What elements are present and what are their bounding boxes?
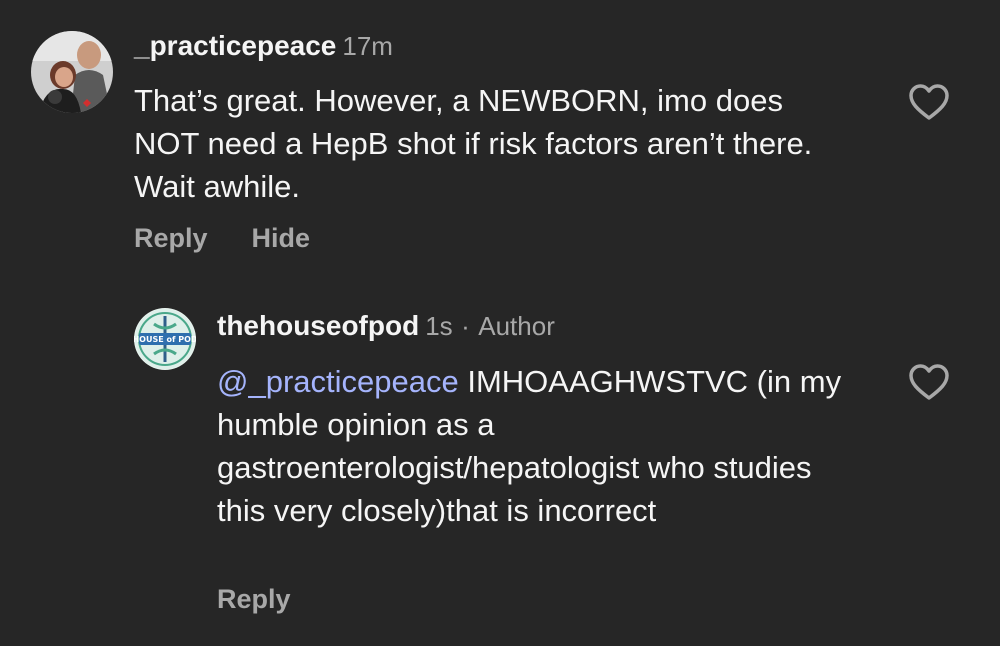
heart-outline-icon	[909, 364, 949, 400]
username[interactable]: _practicepeace	[134, 30, 336, 61]
meta-separator: ·	[461, 311, 470, 341]
timestamp: 1s	[425, 311, 453, 341]
comment-header: thehouseofpod 1s · Author	[217, 310, 555, 342]
heart-outline-icon	[909, 84, 949, 120]
comment-text: @_practicepeace IMHOAAGHWSTVC (in my hum…	[217, 364, 842, 528]
reply-button[interactable]: Reply	[217, 584, 291, 614]
username[interactable]: thehouseofpod	[217, 310, 419, 341]
svg-text:HOUSE of POD: HOUSE of POD	[134, 335, 196, 344]
avatar[interactable]	[31, 31, 113, 113]
house-of-pod-logo-icon: HOUSE of POD	[134, 309, 196, 369]
reply-button[interactable]: Reply	[134, 223, 208, 253]
author-badge: Author	[478, 311, 555, 341]
avatar[interactable]: HOUSE of POD	[134, 308, 196, 370]
timestamp: 17m	[342, 31, 393, 61]
hide-button[interactable]: Hide	[252, 223, 311, 253]
comment-actions: Reply Hide	[134, 223, 310, 254]
like-button[interactable]	[907, 82, 951, 122]
user-photo-avatar-icon	[31, 31, 113, 113]
mention-link[interactable]: @_practicepeace	[217, 364, 459, 399]
comment-header: _practicepeace 17m	[134, 30, 393, 62]
comment-actions: Reply	[217, 584, 291, 615]
like-button[interactable]	[907, 362, 951, 402]
comment-text: That’s great. However, a NEWBORN, imo do…	[134, 83, 813, 204]
